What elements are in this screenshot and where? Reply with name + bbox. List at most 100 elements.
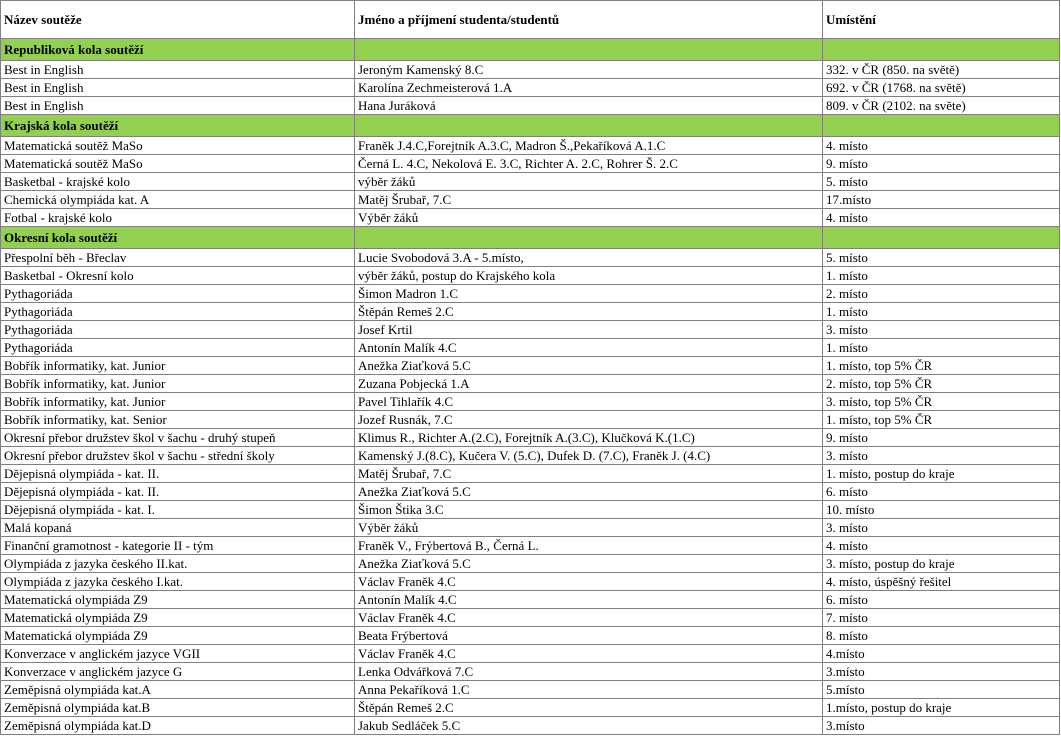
cell-placement: 3. místo xyxy=(822,320,1060,339)
cell-placement: 3. místo xyxy=(822,446,1060,465)
cell-students: Lenka Odvářková 7.C xyxy=(354,662,823,681)
cell-competition: Matematická olympiáda Z9 xyxy=(0,626,355,645)
table-row: Pythagoriáda Štěpán Remeš 2.C 1. místo xyxy=(0,302,1060,321)
cell-students: Zuzana Pobjecká 1.A xyxy=(354,374,823,393)
cell-placement: 10. místo xyxy=(822,500,1060,519)
cell-students: Karolína Zechmeisterová 1.A xyxy=(354,78,823,97)
cell-competition: Finanční gramotnost - kategorie II - tým xyxy=(0,536,355,555)
cell-students: Anežka Ziaťková 5.C xyxy=(354,482,823,501)
table-row: Fotbal - krajské kolo Výběr žáků 4. místo xyxy=(0,208,1060,227)
cell-students: Václav Franěk 4.C xyxy=(354,608,823,627)
section-title: Okresní kola soutěží xyxy=(0,226,355,249)
table-row: Přespolní běh - Břeclav Lucie Svobodová 3… xyxy=(0,248,1060,267)
table-row: Best in English Karolína Zechmeisterová 1… xyxy=(0,78,1060,97)
table-row: Bobřík informatiky, kat. Junior Anežka Zi… xyxy=(0,356,1060,375)
cell-students: výběr žáků xyxy=(354,172,823,191)
cell-placement: 3.místo xyxy=(822,662,1060,681)
cell-competition: Dějepisná olympiáda - kat. I. xyxy=(0,500,355,519)
cell-students: Matěj Šrubař, 7.C xyxy=(354,190,823,209)
cell-placement: 1.místo, postup do kraje xyxy=(822,698,1060,717)
cell-competition: Best in English xyxy=(0,96,355,115)
cell-placement: 1. místo xyxy=(822,302,1060,321)
cell-students: Jeroným Kamenský 8.C xyxy=(354,60,823,79)
table-row: Bobřík informatiky, kat. Senior Jozef Rus… xyxy=(0,410,1060,429)
table-row: Best in English Jeroným Kamenský 8.C 332. … xyxy=(0,60,1060,79)
cell-competition: Okresní přebor družstev škol v šachu - d… xyxy=(0,428,355,447)
results-table: Název soutěže Jméno a příjmení studenta/… xyxy=(0,0,1060,735)
table-row: Olympiáda z jazyka českého II.kat. Anežka… xyxy=(0,554,1060,573)
cell-competition: Matematická soutěž MaSo xyxy=(0,136,355,155)
cell-students: Anežka Ziaťková 5.C xyxy=(354,356,823,375)
cell-competition: Matematická olympiáda Z9 xyxy=(0,590,355,609)
cell-placement: 332. v ČR (850. na světě) xyxy=(822,60,1060,79)
cell-competition: Olympiáda z jazyka českého II.kat. xyxy=(0,554,355,573)
cell-students: Klimus R., Richter A.(2.C), Forejtník A.… xyxy=(354,428,823,447)
cell-competition: Best in English xyxy=(0,60,355,79)
cell-placement: 2. místo, top 5% ČR xyxy=(822,374,1060,393)
cell-students: Šimon Madron 1.C xyxy=(354,284,823,303)
cell-students: Hana Juráková xyxy=(354,96,823,115)
table-row: Zeměpisná olympiáda kat.B Štěpán Remeš 2.… xyxy=(0,698,1060,717)
cell-placement: 3. místo, postup do kraje xyxy=(822,554,1060,573)
table-row: Matematická olympiáda Z9 Václav Franěk 4.… xyxy=(0,608,1060,627)
header-row: Název soutěže Jméno a příjmení studenta/… xyxy=(0,0,1060,39)
cell-competition: Přespolní běh - Břeclav xyxy=(0,248,355,267)
table-row: Best in English Hana Juráková 809. v ČR (2… xyxy=(0,96,1060,115)
table-row: Basketbal - krajské kolo výběr žáků 5. mís… xyxy=(0,172,1060,191)
cell-competition: Fotbal - krajské kolo xyxy=(0,208,355,227)
cell-placement: 6. místo xyxy=(822,482,1060,501)
cell-competition: Malá kopaná xyxy=(0,518,355,537)
cell-placement: 5.místo xyxy=(822,680,1060,699)
cell-competition: Pythagoriáda xyxy=(0,320,355,339)
cell-students: Šimon Štika 3.C xyxy=(354,500,823,519)
cell-placement: 3. místo, top 5% ČR xyxy=(822,392,1060,411)
table-row: Basketbal - Okresní kolo výběr žáků, post… xyxy=(0,266,1060,285)
table-row: Chemická olympiáda kat. A Matěj Šrubař, 7… xyxy=(0,190,1060,209)
cell-students: Anna Pekaříková 1.C xyxy=(354,680,823,699)
cell-competition: Konverzace v anglickém jazyce G xyxy=(0,662,355,681)
cell-competition: Best in English xyxy=(0,78,355,97)
cell-placement: 1. místo, postup do kraje xyxy=(822,464,1060,483)
cell-competition: Chemická olympiáda kat. A xyxy=(0,190,355,209)
cell-placement: 5. místo xyxy=(822,248,1060,267)
cell-students: Antonín Malík 4.C xyxy=(354,338,823,357)
section-empty-cell xyxy=(822,38,1060,61)
cell-students: Výběr žáků xyxy=(354,208,823,227)
cell-competition: Matematická soutěž MaSo xyxy=(0,154,355,173)
table-row: Pythagoriáda Antonín Malík 4.C 1. místo xyxy=(0,338,1060,357)
table-row: Bobřík informatiky, kat. Junior Zuzana Po… xyxy=(0,374,1060,393)
cell-students: Anežka Ziaťková 5.C xyxy=(354,554,823,573)
table-row: Zeměpisná olympiáda kat.D Jakub Sedláček … xyxy=(0,716,1060,735)
table-row: Konverzace v anglickém jazyce VGII Václav… xyxy=(0,644,1060,663)
table-row: Bobřík informatiky, kat. Junior Pavel Tih… xyxy=(0,392,1060,411)
cell-competition: Pythagoriáda xyxy=(0,284,355,303)
cell-placement: 17.místo xyxy=(822,190,1060,209)
cell-placement: 3. místo xyxy=(822,518,1060,537)
cell-competition: Okresní přebor družstev škol v šachu - s… xyxy=(0,446,355,465)
cell-placement: 6. místo xyxy=(822,590,1060,609)
table-row: Matematická soutěž MaSo Černá L. 4.C, Nek… xyxy=(0,154,1060,173)
table-row: Dějepisná olympiáda - kat. II. Anežka Zia… xyxy=(0,482,1060,501)
cell-students: Pavel Tihlařík 4.C xyxy=(354,392,823,411)
section-empty-cell xyxy=(822,226,1060,249)
section-title: Republiková kola soutěží xyxy=(0,38,355,61)
cell-placement: 9. místo xyxy=(822,154,1060,173)
cell-placement: 1. místo, top 5% ČR xyxy=(822,410,1060,429)
cell-competition: Bobřík informatiky, kat. Senior xyxy=(0,410,355,429)
table-row: Konverzace v anglickém jazyce G Lenka Odv… xyxy=(0,662,1060,681)
cell-competition: Zeměpisná olympiáda kat.B xyxy=(0,698,355,717)
cell-placement: 809. v ČR (2102. na světe) xyxy=(822,96,1060,115)
cell-students: Štěpán Remeš 2.C xyxy=(354,698,823,717)
section-row: Okresní kola soutěží xyxy=(0,226,1060,249)
cell-students: Černá L. 4.C, Nekolová E. 3.C, Richter A… xyxy=(354,154,823,173)
cell-students: Kamenský J.(8.C), Kučera V. (5.C), Dufek… xyxy=(354,446,823,465)
cell-competition: Dějepisná olympiáda - kat. II. xyxy=(0,482,355,501)
cell-competition: Basketbal - Okresní kolo xyxy=(0,266,355,285)
cell-placement: 1. místo, top 5% ČR xyxy=(822,356,1060,375)
table-row: Pythagoriáda Josef Krtil 3. místo xyxy=(0,320,1060,339)
table-row: Okresní přebor družstev škol v šachu - d… xyxy=(0,428,1060,447)
cell-students: Jakub Sedláček 5.C xyxy=(354,716,823,735)
cell-placement: 7. místo xyxy=(822,608,1060,627)
cell-competition: Basketbal - krajské kolo xyxy=(0,172,355,191)
header-students: Jméno a příjmení studenta/studentů xyxy=(354,0,823,39)
